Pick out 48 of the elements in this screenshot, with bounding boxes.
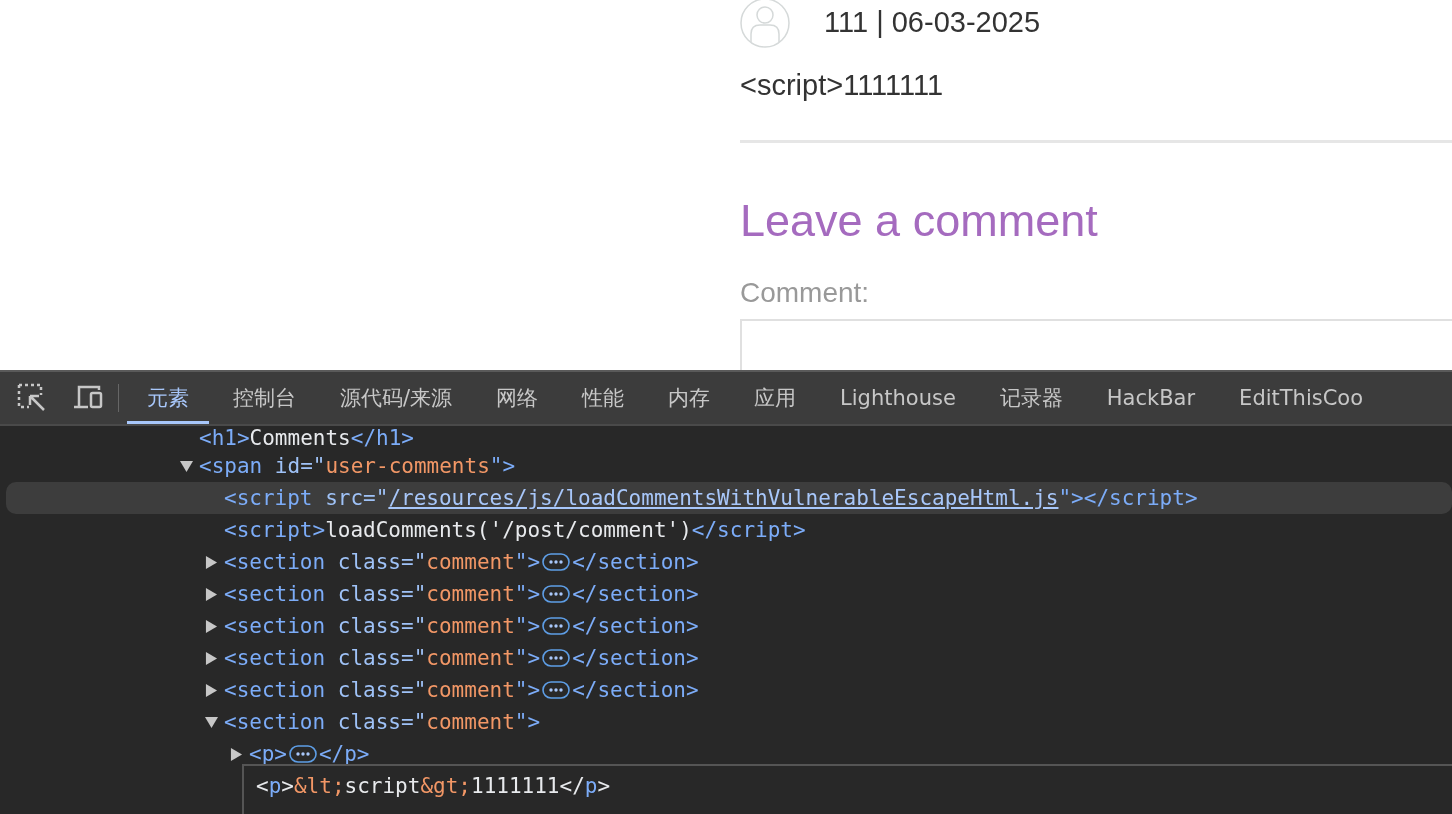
panel-tab[interactable]: HackBar — [1086, 372, 1216, 424]
collapsed-arrow-icon[interactable] — [205, 651, 218, 665]
dom-node-code: <section class="comment"> — [224, 582, 541, 606]
dom-node-code: </section> — [572, 678, 699, 702]
dom-node-code: <p> — [249, 742, 287, 766]
ellipsis-icon[interactable] — [540, 617, 573, 635]
dom-node-code: <section class="comment"> — [224, 646, 541, 670]
comment-author-date: 111 | 06-03-2025 — [824, 5, 1041, 39]
dom-node-code: </section> — [572, 582, 699, 606]
section-heading: Leave a comment — [740, 195, 1099, 247]
ellipsis-icon[interactable] — [286, 745, 319, 763]
panel-tab[interactable]: EditThisCoo — [1219, 372, 1384, 424]
dom-node-code: <h1>Comments</h1> — [199, 426, 414, 450]
collapsed-arrow-icon[interactable] — [205, 683, 218, 697]
dom-node-code: <span id="user-comments"> — [199, 454, 516, 478]
panel-tab[interactable]: 应用 — [734, 372, 817, 424]
comment-text: <script>1111111 — [740, 68, 945, 103]
dom-node-code: <section class="comment"> — [224, 678, 541, 702]
dom-node-code: </p> — [318, 742, 370, 766]
panel-tab[interactable]: 性能 — [562, 372, 645, 424]
dom-node-code: <script>loadComments('/post/comment')</script> — [224, 518, 806, 542]
panel-tab[interactable]: 控制台 — [213, 372, 316, 424]
panel-tab[interactable]: 元素 — [127, 372, 209, 424]
panel-tab[interactable]: 内存 — [648, 372, 731, 424]
ellipsis-icon[interactable] — [540, 681, 573, 699]
html-editor-field[interactable]: <p>&lt;script&gt;1111111</p> — [242, 764, 1452, 814]
collapsed-arrow-icon[interactable] — [230, 747, 243, 761]
ellipsis-icon[interactable] — [540, 553, 573, 571]
field-label: Comment: — [740, 276, 871, 310]
panel-tab[interactable]: 源代码/来源 — [320, 372, 473, 424]
panel-tab[interactable]: 网络 — [476, 372, 559, 424]
dom-node-code: <section class="comment"> — [224, 550, 541, 574]
dom-node-code: </section> — [572, 614, 699, 638]
dom-node-code: </section> — [572, 550, 699, 574]
panel-tab[interactable]: Lighthouse — [820, 372, 976, 424]
collapsed-arrow-icon[interactable] — [205, 587, 218, 601]
dom-node-code: <section class="comment"> — [224, 614, 541, 638]
panel-tab[interactable]: 记录器 — [979, 372, 1083, 424]
source-link[interactable]: /resources/js/loadCommentsWithVulnerableEscapeHtml.js — [388, 486, 1059, 510]
ellipsis-icon[interactable] — [540, 649, 573, 667]
collapsed-arrow-icon[interactable] — [205, 619, 218, 633]
expanded-arrow-icon[interactable] — [205, 715, 218, 729]
dom-node-code: <section class="comment"> — [224, 710, 541, 734]
dom-node-code: <script src="/resources/js/loadCommentsWithVulnerableEscapeHtml.js"></script> — [224, 486, 1198, 510]
expanded-arrow-icon[interactable] — [180, 459, 193, 473]
dom-node-code: </section> — [572, 646, 699, 670]
collapsed-arrow-icon[interactable] — [205, 555, 218, 569]
ellipsis-icon[interactable] — [540, 585, 573, 603]
